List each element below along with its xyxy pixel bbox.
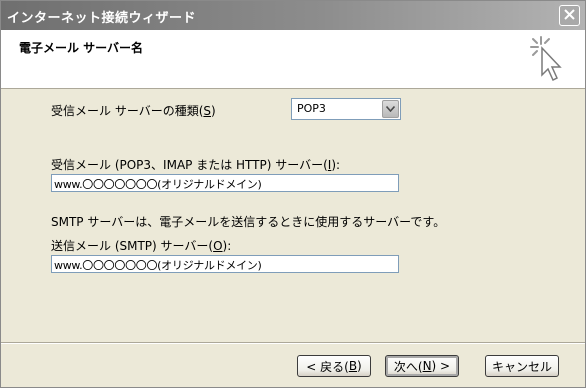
outgoing-server-input[interactable]: www.〇〇〇〇〇〇〇(オリジナルドメイン) [51,255,399,273]
title-bar[interactable]: インターネット接続ウィザード [1,1,585,30]
cancel-button[interactable]: キャンセル [485,355,559,377]
footer-separator [1,342,585,344]
server-type-value: POP3 [297,102,326,115]
outgoing-server-label: 送信メール (SMTP) サーバー(O): [51,239,232,253]
incoming-server-label: 受信メール (POP3、IMAP または HTTP) サーバー(I): [51,158,341,172]
chevron-down-icon[interactable] [382,100,399,118]
page-heading: 電子メール サーバー名 [19,41,144,55]
wizard-dialog: インターネット接続ウィザード 電子メール サーバー名 受信メール サーバーの種類… [0,0,586,388]
close-icon [564,8,575,23]
server-type-select[interactable]: POP3 [291,98,401,120]
incoming-server-input[interactable]: www.〇〇〇〇〇〇〇(オリジナルドメイン) [51,174,399,192]
wizard-cursor-icon [529,35,569,83]
smtp-note: SMTP サーバーは、電子メールを送信するときに使用するサーバーです。 [51,215,446,229]
server-type-label: 受信メール サーバーの種類(S) [51,104,216,118]
close-button[interactable] [559,5,580,26]
next-button[interactable]: 次へ(N) > [385,355,459,377]
incoming-server-value: www.〇〇〇〇〇〇〇(オリジナルドメイン) [54,178,262,191]
window-title: インターネット接続ウィザード [7,11,197,26]
header-panel: 電子メール サーバー名 [1,30,585,89]
back-button[interactable]: < 戻る(B) [297,355,371,377]
outgoing-server-value: www.〇〇〇〇〇〇〇(オリジナルドメイン) [54,259,262,272]
